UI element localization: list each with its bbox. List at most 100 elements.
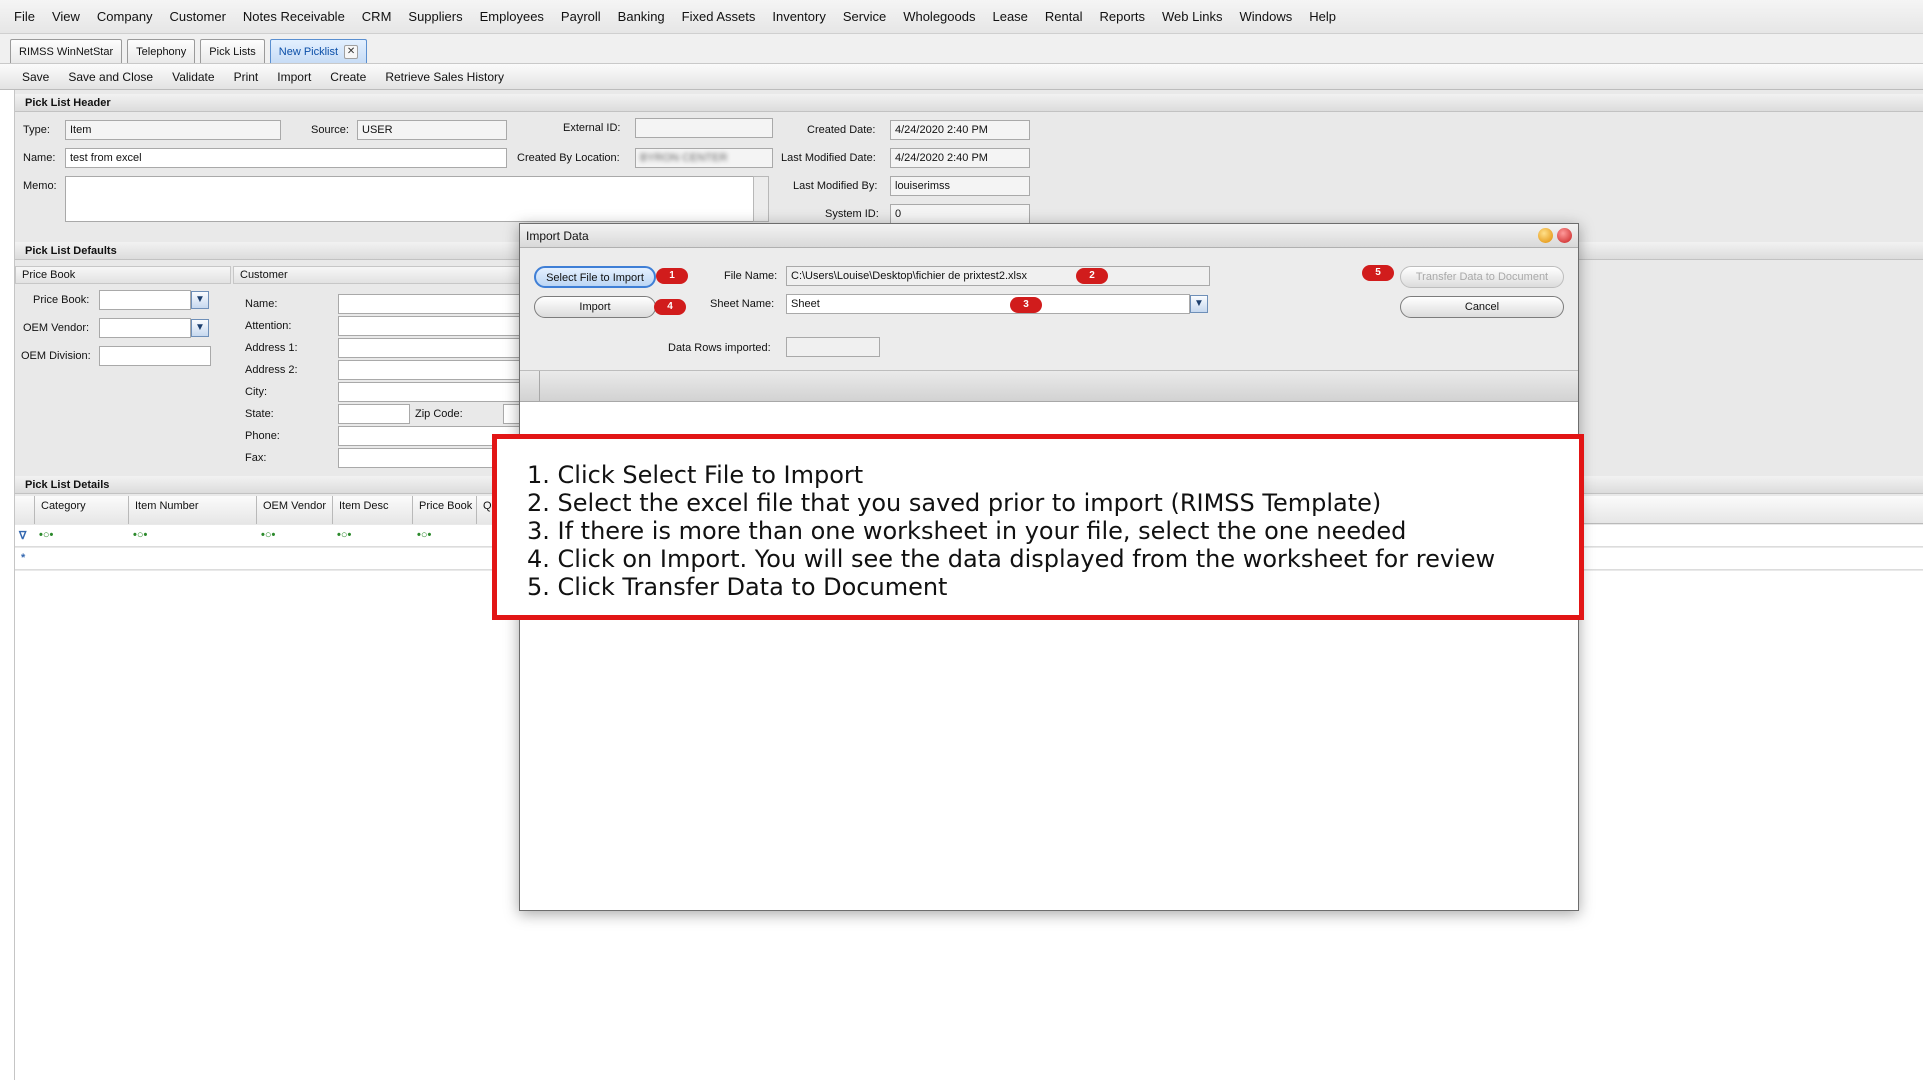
tab-label: New Picklist — [278, 45, 339, 58]
tab-rimss-winnetstar[interactable]: RIMSS WinNetStar — [10, 39, 123, 63]
sheet-name-label: Sheet Name: — [710, 298, 775, 310]
file-name-field[interactable]: C:\Users\Louise\Desktop\fichier de prixt… — [786, 266, 1210, 286]
close-icon[interactable]: ✕ — [344, 44, 359, 59]
grid-row-indicator — [520, 371, 540, 401]
transfer-data-to-document-button[interactable]: Transfer Data to Document — [1400, 266, 1564, 288]
city-field[interactable] — [338, 382, 528, 402]
menu-banking[interactable]: Banking — [618, 9, 665, 24]
system-id-field: 0 — [890, 204, 1030, 224]
filter-cell-icon[interactable]: •○• — [417, 529, 431, 541]
filter-cell-icon[interactable]: •○• — [261, 529, 275, 541]
menu-payroll[interactable]: Payroll — [561, 9, 601, 24]
minimize-icon[interactable] — [1538, 228, 1553, 243]
file-name-label: File Name: — [724, 270, 778, 282]
address1-field[interactable] — [338, 338, 528, 358]
tab-label: RIMSS WinNetStar — [19, 45, 114, 58]
oem-vendor-select[interactable] — [99, 318, 191, 338]
attention-field[interactable] — [338, 316, 528, 336]
import-button[interactable]: Import — [534, 296, 656, 318]
price-book-label: Price Book: — [33, 294, 90, 306]
column-header-item-desc[interactable]: Item Desc — [333, 496, 413, 524]
instruction-step-1: 1. Click Select File to Import — [527, 461, 864, 489]
memo-scrollbar[interactable] — [753, 176, 769, 222]
select-file-to-import-button[interactable]: Select File to Import — [534, 266, 656, 288]
menu-service[interactable]: Service — [843, 9, 886, 24]
menu-fixed-assets[interactable]: Fixed Assets — [682, 9, 756, 24]
filter-icon[interactable]: ∇ — [19, 529, 26, 542]
menu-web-links[interactable]: Web Links — [1162, 9, 1222, 24]
sheet-name-select[interactable]: Sheet — [786, 294, 1190, 314]
address2-label: Address 2: — [245, 364, 298, 376]
print-button[interactable]: Print — [234, 70, 259, 84]
validate-button[interactable]: Validate — [172, 70, 214, 84]
retrieve-sales-history-button[interactable]: Retrieve Sales History — [385, 70, 504, 84]
address2-field[interactable] — [338, 360, 528, 380]
menu-suppliers[interactable]: Suppliers — [408, 9, 462, 24]
column-header-category[interactable]: Category — [35, 496, 129, 524]
chevron-down-icon[interactable]: ▼ — [1190, 295, 1208, 313]
filter-cell-icon[interactable]: •○• — [337, 529, 351, 541]
tab-new-picklist[interactable]: New Picklist ✕ — [269, 39, 368, 63]
save-button[interactable]: Save — [22, 70, 49, 84]
import-button[interactable]: Import — [277, 70, 311, 84]
new-row-icon: * — [21, 552, 26, 564]
fax-label: Fax: — [245, 452, 267, 464]
tab-label: Telephony — [136, 45, 187, 58]
filter-cell-icon[interactable]: •○• — [39, 529, 53, 541]
state-field[interactable] — [338, 404, 410, 424]
column-header-oem-vendor[interactable]: OEM Vendor — [257, 496, 333, 524]
instruction-step-3: 3. If there is more than one worksheet i… — [527, 517, 1407, 545]
close-icon[interactable] — [1557, 228, 1572, 243]
name-field[interactable]: test from excel — [65, 148, 507, 168]
save-and-close-button[interactable]: Save and Close — [68, 70, 153, 84]
step-badge-1: 1 — [656, 268, 688, 284]
system-id-label: System ID: — [825, 208, 879, 220]
type-field[interactable]: Item — [65, 120, 281, 140]
section-title-header: Pick List Header — [15, 94, 1923, 112]
menu-reports[interactable]: Reports — [1099, 9, 1145, 24]
menu-wholegoods[interactable]: Wholegoods — [903, 9, 975, 24]
menu-rental[interactable]: Rental — [1045, 9, 1083, 24]
menu-lease[interactable]: Lease — [992, 9, 1027, 24]
address1-label: Address 1: — [245, 342, 298, 354]
filter-cell-icon[interactable]: •○• — [133, 529, 147, 541]
column-header-price-book[interactable]: Price Book — [413, 496, 477, 524]
tab-telephony[interactable]: Telephony — [127, 39, 196, 63]
menu-windows[interactable]: Windows — [1239, 9, 1292, 24]
price-book-subheader: Price Book — [15, 266, 231, 284]
menu-view[interactable]: View — [52, 9, 80, 24]
step-badge-5: 5 — [1362, 265, 1394, 281]
source-field[interactable]: USER — [357, 120, 507, 140]
menu-inventory[interactable]: Inventory — [772, 9, 825, 24]
menu-employees[interactable]: Employees — [480, 9, 544, 24]
created-date-field: 4/24/2020 2:40 PM — [890, 120, 1030, 140]
create-button[interactable]: Create — [330, 70, 366, 84]
menu-crm[interactable]: CRM — [362, 9, 392, 24]
external-id-field[interactable] — [635, 118, 773, 138]
last-modified-date-label: Last Modified Date: — [781, 152, 876, 164]
source-label: Source: — [311, 124, 349, 136]
customer-name-field[interactable] — [338, 294, 528, 314]
data-rows-imported-label: Data Rows imported: — [668, 342, 771, 354]
phone-label: Phone: — [245, 430, 280, 442]
tab-label: Pick Lists — [209, 45, 256, 58]
menu-customer[interactable]: Customer — [170, 9, 226, 24]
instructions-callout: 1. Click Select File to Import 2. Select… — [492, 434, 1584, 620]
menu-file[interactable]: File — [14, 9, 35, 24]
last-modified-by-field: louiserimss — [890, 176, 1030, 196]
oem-division-field[interactable] — [99, 346, 211, 366]
menu-notes-receivable[interactable]: Notes Receivable — [243, 9, 345, 24]
memo-field[interactable] — [65, 176, 755, 222]
chevron-down-icon[interactable]: ▼ — [191, 319, 209, 337]
price-book-select[interactable] — [99, 290, 191, 310]
cancel-button[interactable]: Cancel — [1400, 296, 1564, 318]
created-by-location-value: BYRON CENTER — [640, 152, 728, 164]
menu-help[interactable]: Help — [1309, 9, 1336, 24]
column-header-item-number[interactable]: Item Number — [129, 496, 257, 524]
chevron-down-icon[interactable]: ▼ — [191, 291, 209, 309]
tab-pick-lists[interactable]: Pick Lists — [200, 39, 265, 63]
menu-company[interactable]: Company — [97, 9, 153, 24]
last-modified-date-field: 4/24/2020 2:40 PM — [890, 148, 1030, 168]
oem-vendor-label: OEM Vendor: — [23, 322, 90, 334]
toolbar: Save Save and Close Validate Print Impor… — [0, 64, 1923, 90]
